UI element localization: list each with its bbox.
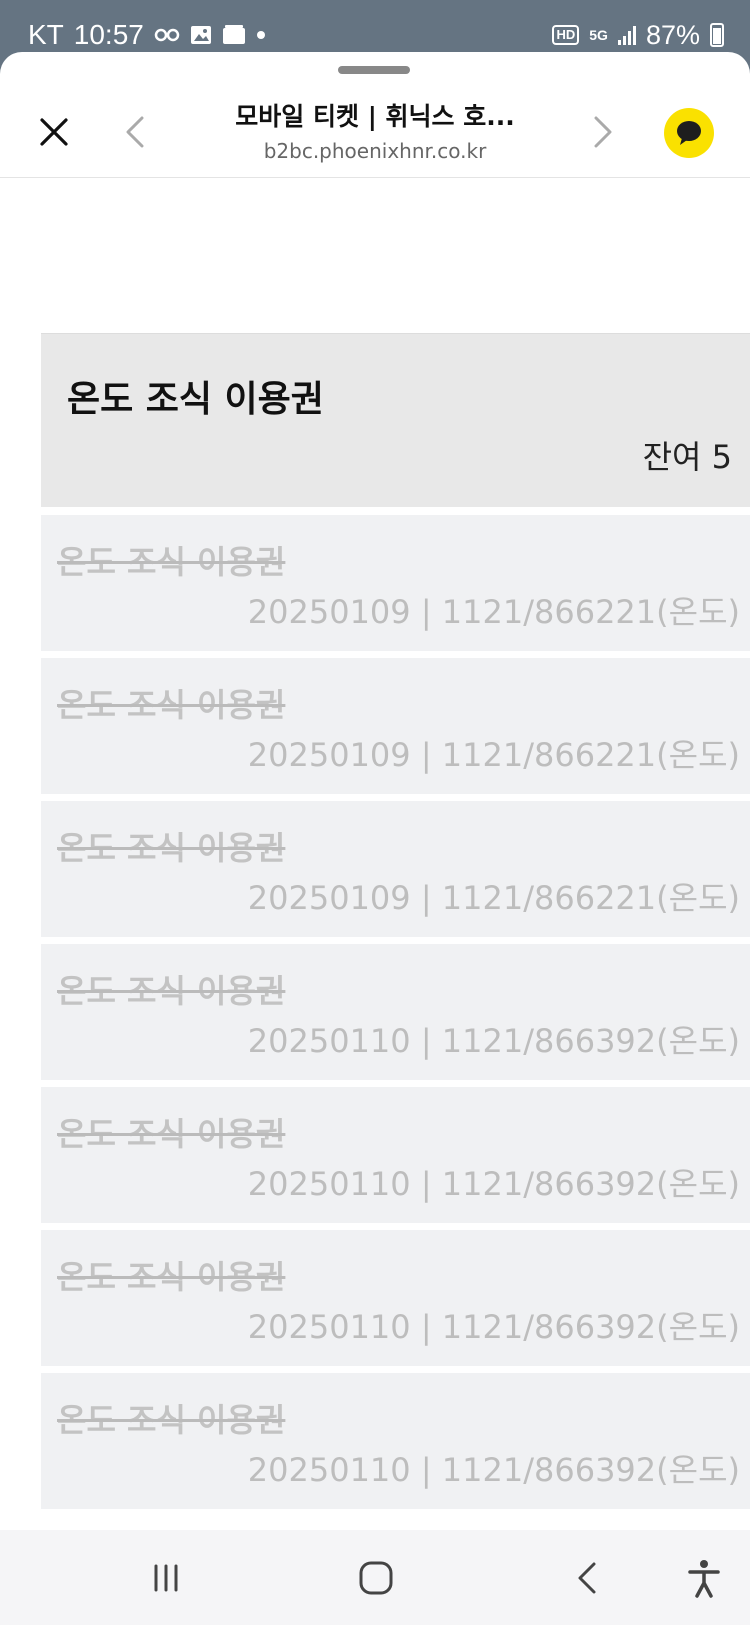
ticket-item-detail: 20250110 | 1121/866392(온도) bbox=[247, 1022, 740, 1060]
signal-icon bbox=[617, 25, 636, 45]
header-titles: 모바일 티켓 | 휘닉스 호... b2bc.phoenixhnr.co.kr bbox=[190, 100, 560, 166]
ticket-item-detail: 20250110 | 1121/866392(온도) bbox=[247, 1165, 740, 1203]
gallery-icon bbox=[190, 26, 211, 44]
remaining-count: 잔여 5 bbox=[642, 438, 732, 476]
page-content: 온도 조식 이용권 잔여 5 온도 조식 이용권 20250109 | 1121… bbox=[0, 178, 750, 1582]
chevron-left-icon[interactable] bbox=[120, 112, 150, 152]
ticket-item-name: 온도 조식 이용권 bbox=[57, 1258, 286, 1296]
ticket-item-detail: 20250110 | 1121/866392(온도) bbox=[247, 1308, 740, 1346]
ticket-item[interactable]: 온도 조식 이용권 20250110 | 1121/866392(온도) bbox=[41, 1087, 750, 1223]
back-icon[interactable] bbox=[566, 1556, 610, 1600]
ticket-item[interactable]: 온도 조식 이용권 20250110 | 1121/866392(온도) bbox=[41, 1373, 750, 1509]
ticket-item[interactable]: 온도 조식 이용권 20250110 | 1121/866392(온도) bbox=[41, 944, 750, 1080]
clock: 10:57 bbox=[73, 19, 144, 50]
close-icon[interactable] bbox=[34, 112, 74, 152]
accessibility-icon[interactable] bbox=[682, 1556, 726, 1600]
hd-badge: HD bbox=[552, 25, 580, 45]
ticket-item[interactable]: 온도 조식 이용권 20250110 | 1121/866392(온도) bbox=[41, 1230, 750, 1366]
carrier-label: KT bbox=[28, 19, 64, 50]
status-right: HD 5G 87% bbox=[552, 18, 724, 52]
page-title: 모바일 티켓 | 휘닉스 호... bbox=[235, 102, 515, 131]
system-nav-bar bbox=[0, 1530, 750, 1625]
ticket-item-name: 온도 조식 이용권 bbox=[57, 972, 286, 1010]
ticket-item-detail: 20250109 | 1121/866221(온도) bbox=[247, 593, 740, 631]
browser-header: 모바일 티켓 | 휘닉스 호... b2bc.phoenixhnr.co.kr bbox=[0, 52, 750, 178]
status-left: KT 10:57 bbox=[28, 18, 266, 52]
ticket-item-detail: 20250109 | 1121/866221(온도) bbox=[247, 879, 740, 917]
ticket-item[interactable]: 온도 조식 이용권 20250109 | 1121/866221(온도) bbox=[41, 658, 750, 794]
link-icon bbox=[154, 28, 180, 42]
ticket-item-name: 온도 조식 이용권 bbox=[57, 686, 286, 724]
ticket-list: 온도 조식 이용권 20250109 | 1121/866221(온도) 온도 … bbox=[41, 515, 750, 1516]
battery-icon bbox=[710, 23, 724, 47]
ticket-item-detail: 20250109 | 1121/866221(온도) bbox=[247, 736, 740, 774]
kakao-button[interactable] bbox=[664, 108, 714, 158]
ticket-item-name: 온도 조식 이용권 bbox=[57, 829, 286, 867]
network-type: 5G bbox=[589, 27, 608, 43]
ticket-item[interactable]: 온도 조식 이용권 20250109 | 1121/866221(온도) bbox=[41, 801, 750, 937]
battery-percent: 87% bbox=[645, 19, 700, 50]
ticket-item-name: 온도 조식 이용권 bbox=[57, 1115, 286, 1153]
ticket-item-name: 온도 조식 이용권 bbox=[57, 543, 286, 581]
ticket-item[interactable]: 온도 조식 이용권 20250109 | 1121/866221(온도) bbox=[41, 515, 750, 651]
recent-apps-icon[interactable] bbox=[144, 1556, 188, 1600]
kakao-chat-icon bbox=[677, 121, 701, 145]
browser-sheet: 모바일 티켓 | 휘닉스 호... b2bc.phoenixhnr.co.kr … bbox=[0, 52, 750, 1625]
chevron-right-icon[interactable] bbox=[588, 112, 618, 152]
ticket-item-name: 온도 조식 이용권 bbox=[57, 1401, 286, 1439]
ticket-item-detail: 20250110 | 1121/866392(온도) bbox=[247, 1451, 740, 1489]
notification-dot-icon bbox=[256, 31, 265, 39]
page-url: b2bc.phoenixhnr.co.kr bbox=[263, 139, 487, 163]
folder-icon bbox=[222, 25, 245, 44]
home-icon[interactable] bbox=[354, 1556, 398, 1600]
ticket-name: 온도 조식 이용권 bbox=[67, 379, 324, 420]
ticket-summary: 온도 조식 이용권 잔여 5 bbox=[41, 333, 750, 507]
